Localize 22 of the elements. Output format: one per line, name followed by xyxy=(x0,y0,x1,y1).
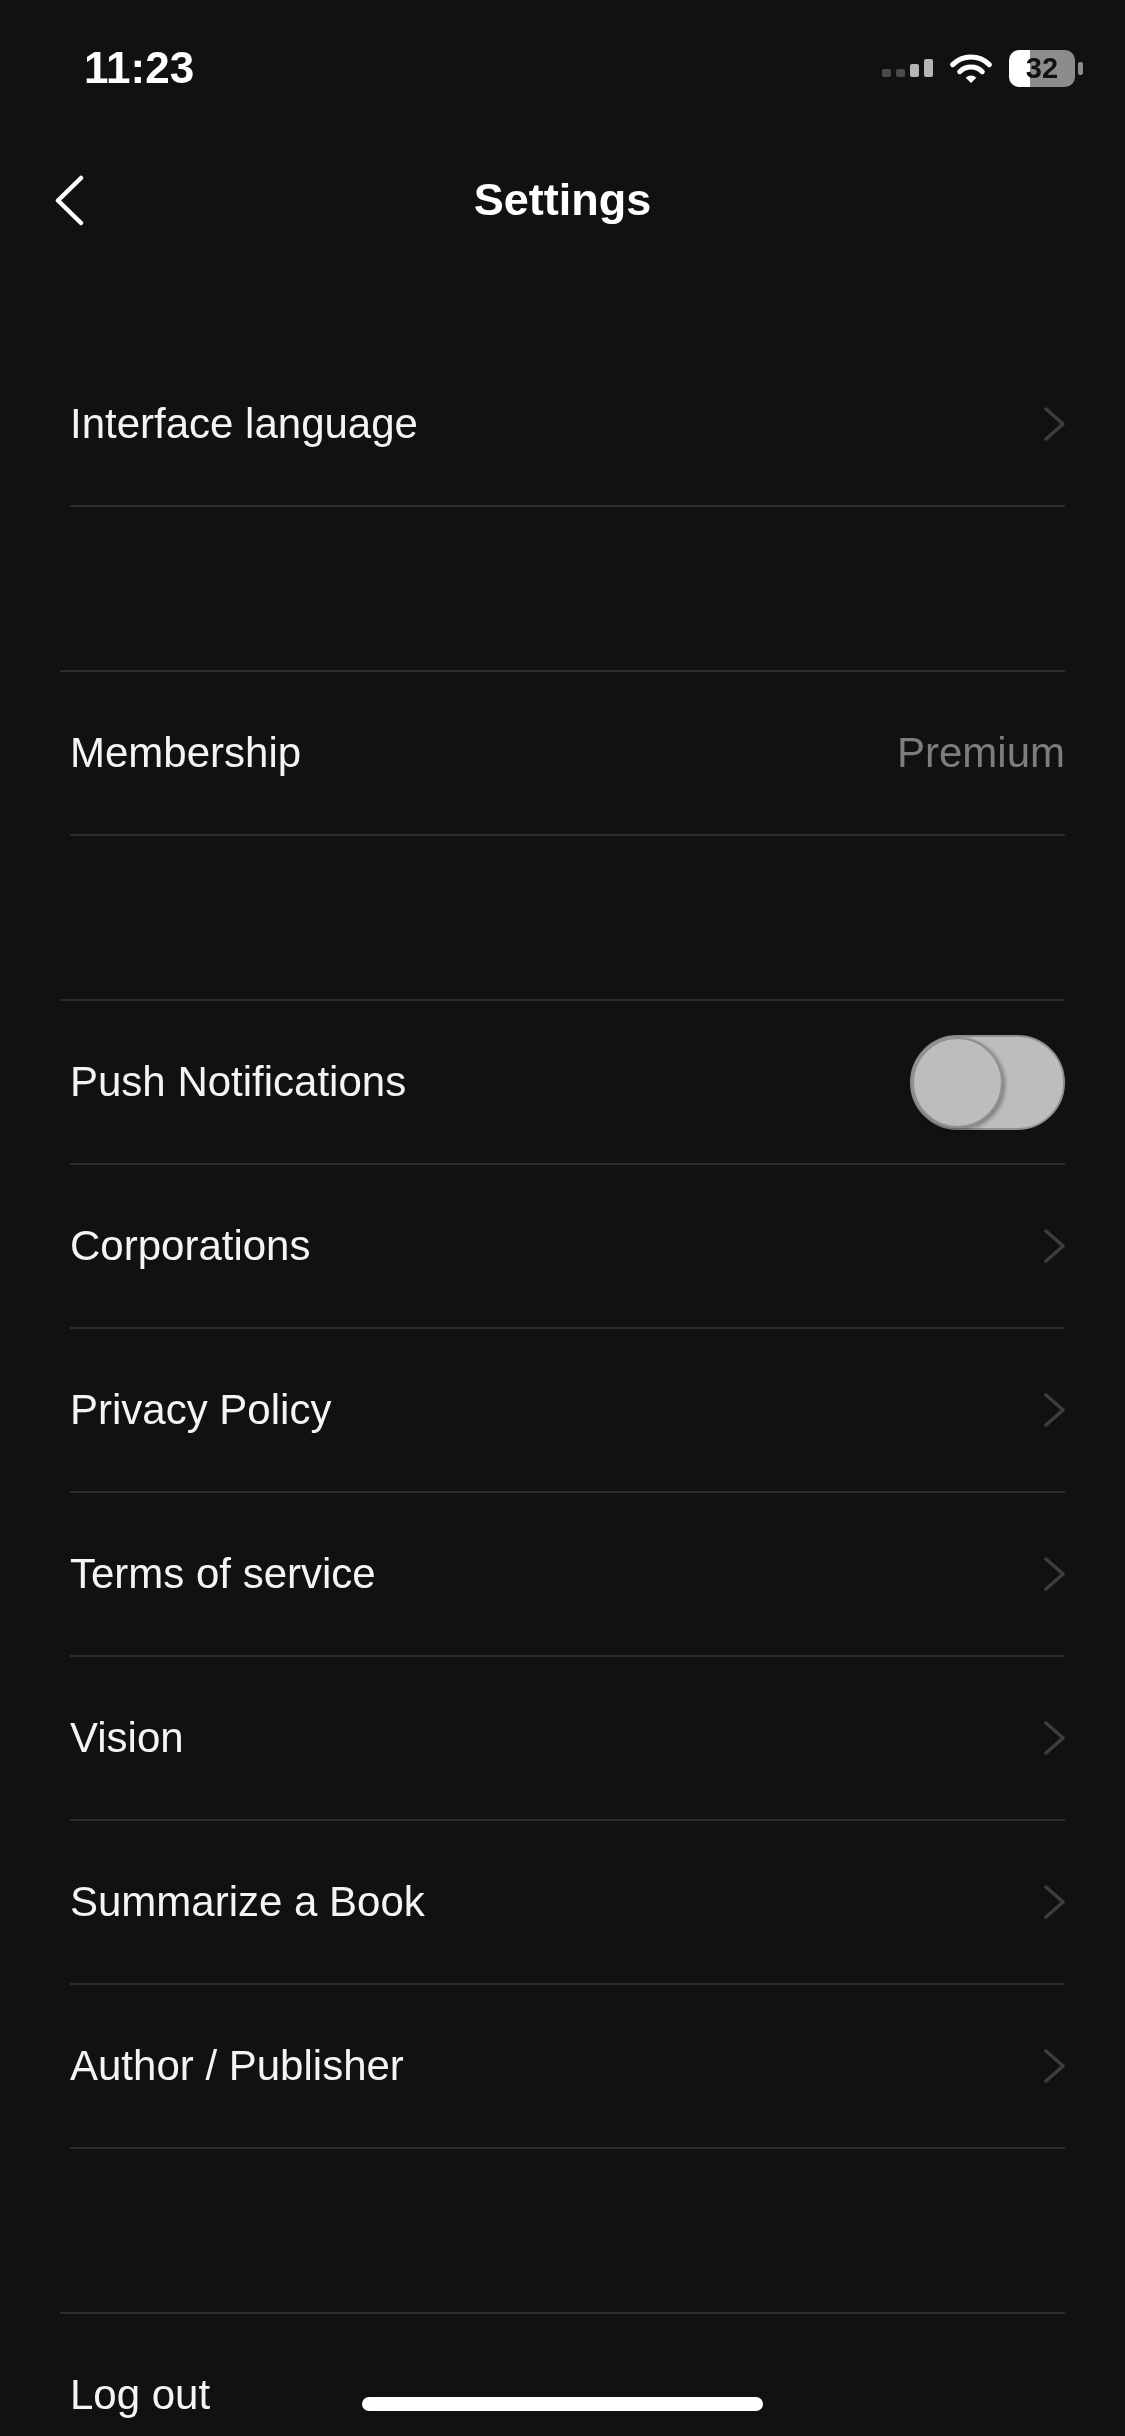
status-time: 11:23 xyxy=(84,46,195,90)
signal-icon xyxy=(882,59,933,77)
chevron-right-icon xyxy=(1044,407,1065,441)
chevron-right-icon xyxy=(1044,2049,1065,2083)
settings-item[interactable]: Corporations xyxy=(70,1165,1065,1329)
chevron-right-icon xyxy=(1044,1229,1065,1263)
settings-item[interactable]: Vision xyxy=(70,1657,1065,1821)
chevron-left-icon xyxy=(54,174,84,226)
chevron-right-icon xyxy=(1044,1721,1065,1755)
setting-label: Push Notifications xyxy=(70,1056,407,1107)
chevron-right-icon xyxy=(1044,1557,1065,1591)
settings-item[interactable]: Summarize a Book xyxy=(70,1821,1065,1985)
chevron-right-icon xyxy=(1044,1393,1065,1427)
settings-item[interactable]: Log out xyxy=(70,2314,1065,2436)
settings-item[interactable]: Author / Publisher xyxy=(70,1985,1065,2149)
settings-item[interactable]: Terms of service xyxy=(70,1493,1065,1657)
chevron-right-icon xyxy=(1044,1885,1065,1919)
settings-item[interactable]: Interface language xyxy=(70,343,1065,507)
value-text: Premium xyxy=(896,727,1065,778)
settings-item[interactable]: Membership Premium xyxy=(70,672,1065,836)
settings-item[interactable]: Privacy Policy xyxy=(70,1329,1065,1493)
page-title: Settings xyxy=(473,173,652,228)
